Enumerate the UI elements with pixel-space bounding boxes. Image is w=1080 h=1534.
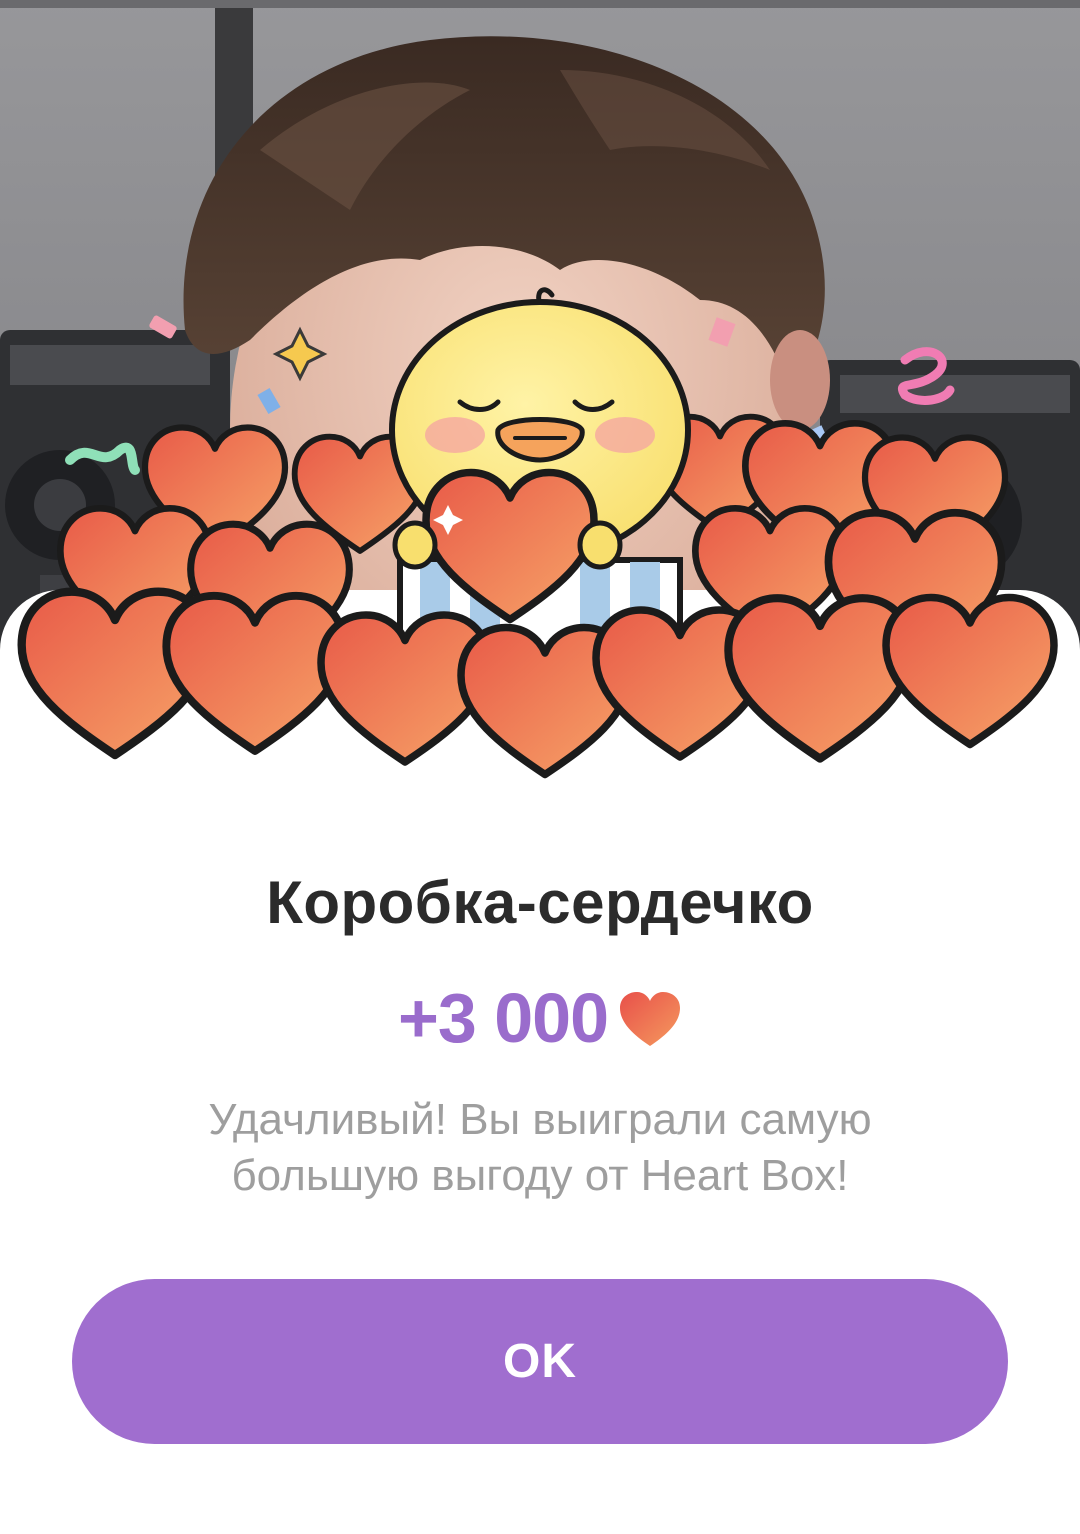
ok-button[interactable]: OK (72, 1279, 1008, 1444)
dialog-title: Коробка-сердечко (266, 869, 814, 936)
heart-icon (618, 990, 682, 1050)
reward-row: +3 000 (0, 978, 1080, 1058)
heart-box-illustration (0, 280, 1080, 800)
reward-amount: +3 000 (397, 979, 609, 1057)
heart-box-screen: Коробка-сердечко +3 000 Удачливый! Вы вы… (0, 0, 1080, 1534)
reward-message: Удачливый! Вы выиграли самую большую выг… (208, 1095, 872, 1200)
